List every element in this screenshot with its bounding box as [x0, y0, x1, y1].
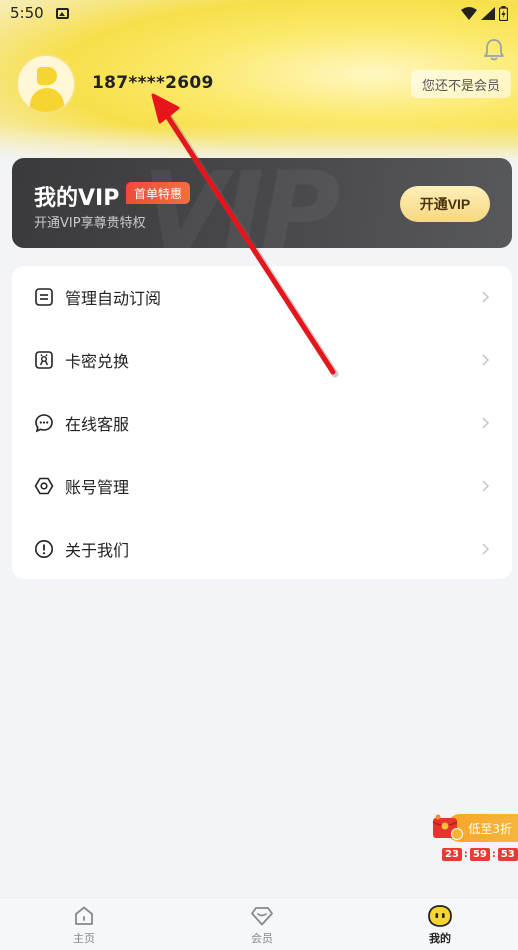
- avatar[interactable]: [16, 54, 76, 114]
- menu-item-label: 管理自动订阅: [65, 289, 162, 308]
- menu-item-account-management[interactable]: 账号管理: [12, 455, 512, 517]
- mine-face-icon: [428, 905, 452, 927]
- countdown-separator: :: [491, 849, 496, 860]
- status-bar: 5:50: [0, 0, 518, 26]
- countdown-minutes: 59: [469, 848, 490, 861]
- user-phone-number: 187****2609: [92, 73, 214, 93]
- avatar-head-shape: [37, 67, 57, 85]
- tab-label: 主页: [73, 932, 95, 945]
- menu-item-about-us[interactable]: 关于我们: [12, 518, 512, 580]
- menu-item-label: 在线客服: [65, 415, 130, 434]
- countdown-hours: 23: [442, 848, 462, 861]
- tab-label: 我的: [429, 932, 451, 945]
- menu-item-online-service[interactable]: 在线客服: [12, 392, 512, 454]
- chevron-right-icon: [482, 354, 490, 366]
- status-time: 5:50: [10, 4, 44, 22]
- first-order-tag: 首单特惠: [126, 182, 191, 204]
- menu-item-label: 账号管理: [65, 478, 130, 497]
- battery-icon: [499, 5, 508, 21]
- vip-title: 我的VIP: [34, 186, 120, 211]
- vip-card[interactable]: VIP 我的VIP 首单特惠 开通VIP享尊贵特权 开通VIP: [12, 158, 512, 248]
- chevron-right-icon: [482, 291, 490, 303]
- avatar-body-shape: [30, 88, 64, 112]
- wifi-icon: [461, 6, 477, 20]
- menu-item-redeem-code[interactable]: 卡密兑换: [12, 329, 512, 391]
- chevron-right-icon: [482, 417, 490, 429]
- countdown-separator: :: [463, 849, 468, 860]
- tab-home[interactable]: 主页: [54, 904, 114, 946]
- countdown-seconds: 53: [497, 848, 518, 861]
- tab-label: 会员: [251, 932, 273, 945]
- redeem-icon: [35, 351, 53, 369]
- chat-icon: [35, 414, 53, 433]
- chevron-right-icon: [482, 480, 490, 492]
- bell-icon[interactable]: [483, 38, 505, 62]
- bottom-tab-bar: 主页 会员 我的: [0, 897, 518, 950]
- menu-item-label: 卡密兑换: [65, 352, 130, 371]
- discount-promo-widget[interactable]: 低至3折 23 : 59 : 53: [430, 812, 518, 864]
- status-icons: [461, 5, 508, 21]
- info-icon: [35, 540, 53, 558]
- open-vip-button[interactable]: 开通VIP: [400, 186, 490, 222]
- tab-mine[interactable]: 我的: [410, 904, 470, 946]
- home-icon: [75, 906, 93, 925]
- settings-hexagon-icon: [34, 477, 54, 495]
- red-envelope-gift-icon: [432, 814, 463, 840]
- tab-member[interactable]: 会员: [232, 904, 292, 946]
- vip-subtitle: 开通VIP享尊贵特权: [34, 216, 146, 231]
- promo-countdown: 23 : 59 : 53: [442, 848, 518, 861]
- diamond-icon: [251, 907, 273, 926]
- member-status-badge[interactable]: 您还不是会员: [411, 70, 511, 98]
- menu-item-auto-subscribe[interactable]: 管理自动订阅: [12, 266, 512, 328]
- chevron-right-icon: [482, 543, 490, 555]
- signal-icon: [481, 6, 495, 20]
- list-icon: [35, 288, 53, 306]
- image-notification-icon: [55, 7, 69, 19]
- menu-item-label: 关于我们: [65, 541, 130, 560]
- menu-card: 管理自动订阅 卡密兑换 在线客服 账号管理 关于我们: [12, 266, 512, 579]
